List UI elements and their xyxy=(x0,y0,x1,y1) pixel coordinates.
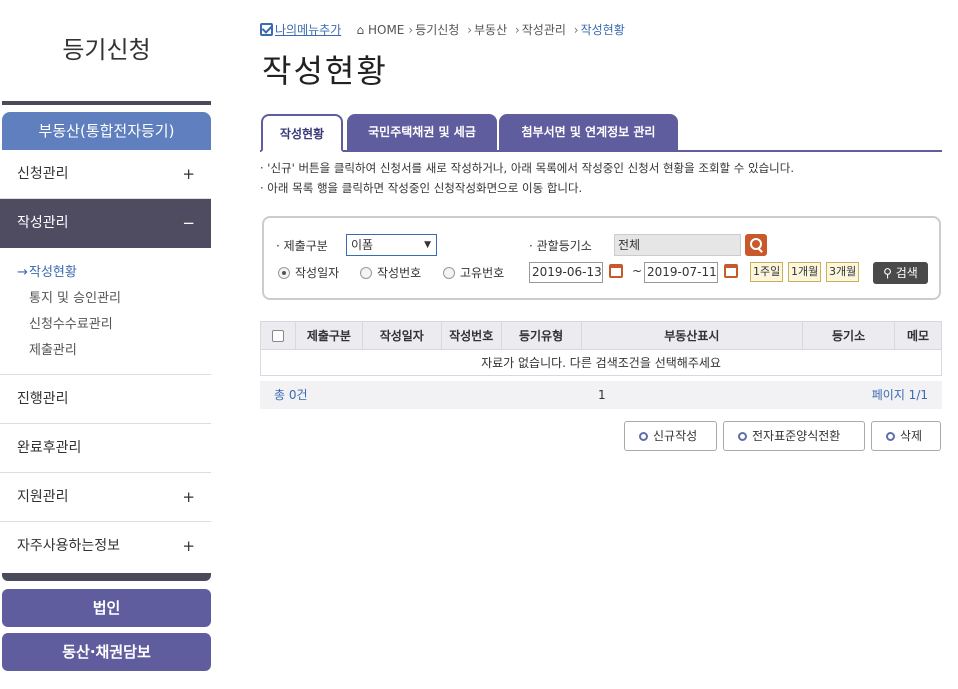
tab-bar: 작성현황 국민주택채권 및 세금 첨부서면 및 연계정보 관리 xyxy=(260,114,942,152)
circle-icon xyxy=(738,432,747,441)
column-header: 작성일자 xyxy=(361,321,442,350)
standard-form-convert-button[interactable]: 전자표준양식전환 xyxy=(723,421,865,451)
circle-icon xyxy=(886,432,895,441)
page-title: 작성현황 xyxy=(262,52,388,90)
sidebar-submenu: →작성현황 통지 및 승인관리 신청수수료관리 제출관리 xyxy=(0,248,211,375)
home-icon: ⌂ xyxy=(356,23,365,37)
notice-item: · 아래 목록 행을 클릭하면 작성중인 신청작성화면으로 이동 합니다. xyxy=(260,181,583,195)
breadcrumb-current: 작성현황 xyxy=(580,23,625,37)
chevron-down-icon: ▼ xyxy=(424,240,431,250)
date-separator: ~ xyxy=(632,264,643,278)
movable-collateral-button[interactable]: 동산·채권담보 xyxy=(2,633,211,671)
result-table: 제출구분 작성일자 작성번호 등기유형 부동산표시 등기소 메모 자료가 없습니… xyxy=(260,321,942,376)
search-panel: · 제출구분 이폼 ▼ · 관할등기소 전체 작성일자 작성번호 고유번호 201… xyxy=(262,216,941,300)
sidebar-subitem-notice-approval[interactable]: 통지 및 승인관리 xyxy=(17,286,211,312)
sidebar-item-label: 진행관리 xyxy=(17,391,69,407)
new-write-button[interactable]: 신규작성 xyxy=(624,421,717,451)
sidebar-item-write-manage[interactable]: 작성관리 − xyxy=(0,199,211,248)
select-all-cell xyxy=(260,321,296,350)
submit-type-select[interactable]: 이폼 ▼ xyxy=(346,234,437,256)
notice-item: · '신규' 버튼을 클릭하여 신청서를 새로 작성하거나, 아래 목록에서 작… xyxy=(260,161,794,175)
sidebar-item-progress-manage[interactable]: 진행관리 xyxy=(0,375,211,424)
column-header: 메모 xyxy=(894,321,942,350)
radio-unique-number[interactable]: 고유번호 xyxy=(443,264,504,281)
column-header: 등기소 xyxy=(802,321,895,350)
search-icon: ⚲ xyxy=(883,266,892,280)
expand-icon[interactable]: + xyxy=(182,473,195,522)
sidebar-item-support-manage[interactable]: 지원관리 + xyxy=(0,473,211,522)
tab-write-status[interactable]: 작성현황 xyxy=(261,114,343,152)
tab-attachments[interactable]: 첨부서면 및 연계정보 관리 xyxy=(499,114,678,152)
column-header: 부동산표시 xyxy=(580,321,804,350)
period-1week-button[interactable]: 1주일 xyxy=(750,262,784,282)
radio-write-number[interactable]: 작성번호 xyxy=(360,264,421,281)
office-field[interactable]: 전체 xyxy=(614,234,741,256)
sidebar-item-label: 신청관리 xyxy=(17,166,69,182)
breadcrumb-home[interactable]: HOME xyxy=(368,23,404,37)
expand-icon[interactable]: + xyxy=(182,522,195,571)
page-number[interactable]: 1 xyxy=(598,381,606,409)
total-count: 총 0건 xyxy=(274,388,308,402)
add-my-menu-link[interactable]: 나의메뉴추가 xyxy=(275,23,341,37)
sidebar-bottom-divider xyxy=(2,573,211,581)
notice-list: · '신규' 버튼을 클릭하여 신청서를 새로 작성하거나, 아래 목록에서 작… xyxy=(260,158,794,198)
sidebar-item-apply-manage[interactable]: 신청관리 + xyxy=(0,150,211,199)
delete-button[interactable]: 삭제 xyxy=(871,421,941,451)
sidebar-subitem-write-status[interactable]: →작성현황 xyxy=(17,260,211,286)
circle-icon xyxy=(639,432,648,441)
radio-icon xyxy=(360,267,372,279)
calendar-icon[interactable] xyxy=(724,264,738,278)
radio-selected-icon xyxy=(278,267,290,279)
calendar-icon[interactable] xyxy=(609,264,623,278)
breadcrumb-item[interactable]: 작성관리 xyxy=(522,23,566,37)
sidebar-subitem-submit-manage[interactable]: 제출관리 xyxy=(17,338,211,364)
corporation-button[interactable]: 법인 xyxy=(2,589,211,627)
search-icon[interactable] xyxy=(745,234,767,256)
column-header: 등기유형 xyxy=(500,321,582,350)
submit-type-label: · 제출구분 xyxy=(276,239,328,253)
sidebar-item-label: 작성관리 xyxy=(17,215,69,231)
checkbox-icon[interactable] xyxy=(260,23,273,36)
pager: 총 0건 1 페이지 1/1 xyxy=(260,381,942,409)
empty-message: 자료가 없습니다. 다른 검색조건을 선택해주세요 xyxy=(260,349,942,376)
sidebar: 등기신청 부동산(통합전자등기) 신청관리 + 작성관리 − →작성현황 통지 … xyxy=(0,0,213,689)
sidebar-item-label: 지원관리 xyxy=(17,489,69,505)
table-row: 자료가 없습니다. 다른 검색조건을 선택해주세요 xyxy=(260,349,942,376)
office-label: · 관할등기소 xyxy=(529,239,592,253)
radio-icon xyxy=(443,267,455,279)
column-header: 제출구분 xyxy=(294,321,363,350)
search-button[interactable]: ⚲ 검색 xyxy=(873,262,928,284)
arrow-right-icon: → xyxy=(17,265,28,280)
expand-icon[interactable]: + xyxy=(182,150,195,199)
period-3month-button[interactable]: 3개월 xyxy=(826,262,860,282)
sidebar-subitem-fee-manage[interactable]: 신청수수료관리 xyxy=(17,312,211,338)
breadcrumb: 나의메뉴추가 ⌂ HOME › 등기신청 › 부동산 › 작성관리 › 작성현황 xyxy=(260,21,625,38)
sidebar-item-after-complete[interactable]: 완료후관리 xyxy=(0,424,211,473)
sidebar-item-label: 자주사용하는정보 xyxy=(17,538,121,554)
collapse-icon[interactable]: − xyxy=(182,199,195,248)
breadcrumb-item[interactable]: 부동산 xyxy=(474,23,507,37)
sidebar-title: 등기신청 xyxy=(62,36,151,64)
sidebar-menu: 신청관리 + 작성관리 − →작성현황 통지 및 승인관리 신청수수료관리 제출… xyxy=(0,150,211,571)
sidebar-item-label: 완료후관리 xyxy=(17,440,82,456)
sidebar-top-divider xyxy=(2,101,211,105)
tab-bond-tax[interactable]: 국민주택채권 및 세금 xyxy=(347,114,497,152)
date-to-input[interactable]: 2019-07-11 xyxy=(644,262,718,283)
select-all-checkbox[interactable] xyxy=(271,330,284,342)
breadcrumb-item[interactable]: 등기신청 xyxy=(415,23,459,37)
sidebar-item-frequent-info[interactable]: 자주사용하는정보 + xyxy=(0,522,211,571)
page-indicator: 페이지 1/1 xyxy=(871,388,928,402)
period-1month-button[interactable]: 1개월 xyxy=(788,262,822,282)
date-from-input[interactable]: 2019-06-13 xyxy=(529,262,603,283)
column-header: 작성번호 xyxy=(440,321,502,350)
sidebar-category[interactable]: 부동산(통합전자등기) xyxy=(2,112,211,150)
radio-write-date[interactable]: 작성일자 xyxy=(278,264,339,281)
